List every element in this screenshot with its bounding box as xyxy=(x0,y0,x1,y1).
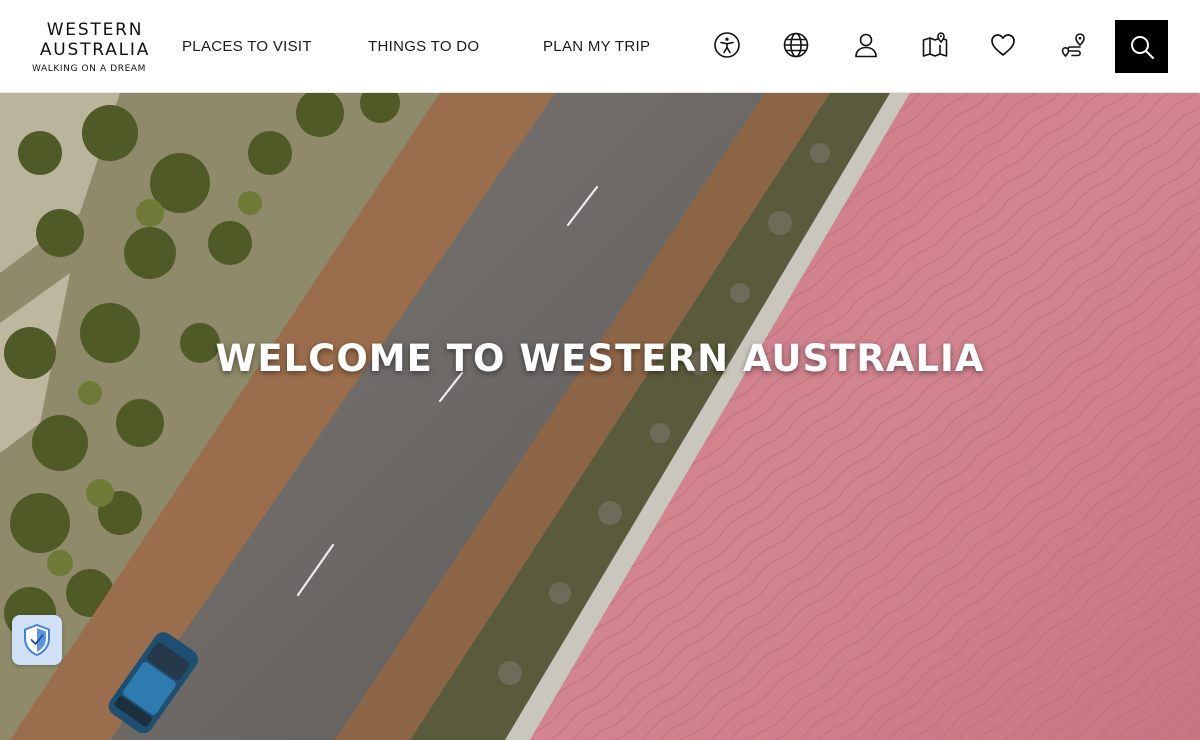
search-icon xyxy=(1130,35,1154,59)
logo-line-western: WESTERN xyxy=(46,20,144,40)
search-button[interactable] xyxy=(1115,20,1168,73)
security-badge[interactable] xyxy=(12,615,62,665)
hero-aerial-photo xyxy=(0,93,1200,740)
user-icon[interactable] xyxy=(849,28,883,62)
globe-icon[interactable] xyxy=(779,28,813,62)
site-logo[interactable]: WESTERN AUSTRALIA WALKING ON A DREAM xyxy=(32,20,158,74)
logo-tagline: WALKING ON A DREAM xyxy=(32,64,146,74)
hero-banner: WELCOME TO WESTERN AUSTRALIA xyxy=(0,93,1200,740)
map-icon[interactable] xyxy=(918,28,952,62)
heart-icon[interactable] xyxy=(986,28,1020,62)
logo-line-australia: AUSTRALIA xyxy=(39,40,151,60)
accessibility-icon[interactable] xyxy=(710,28,744,62)
site-header: WESTERN AUSTRALIA WALKING ON A DREAM PLA… xyxy=(0,0,1200,93)
nav-plan-my-trip[interactable]: PLAN MY TRIP xyxy=(543,38,650,55)
hero-title: WELCOME TO WESTERN AUSTRALIA xyxy=(215,337,985,380)
shield-check-icon xyxy=(24,624,50,656)
route-icon[interactable] xyxy=(1056,28,1090,62)
nav-places-to-visit[interactable]: PLACES TO VISIT xyxy=(182,38,312,55)
nav-things-to-do[interactable]: THINGS TO DO xyxy=(368,38,479,55)
